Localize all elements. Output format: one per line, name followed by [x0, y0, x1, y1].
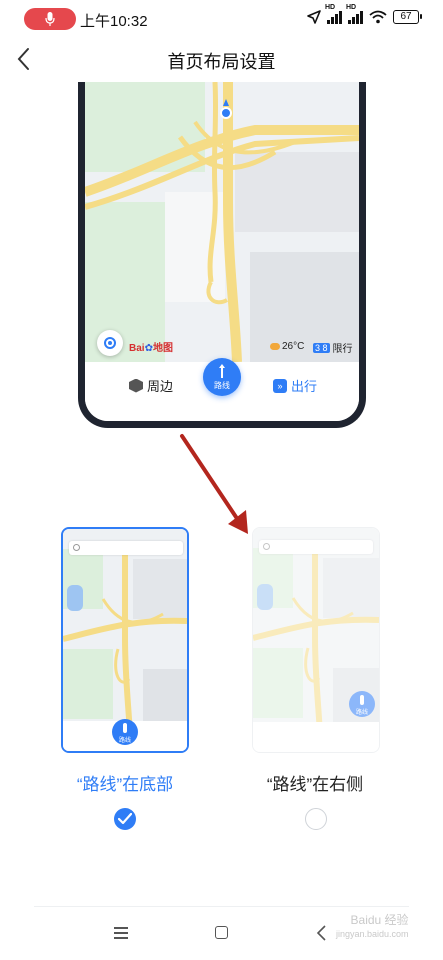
brand-name: Bai — [129, 343, 145, 354]
thumbnail-search-bar — [259, 540, 373, 554]
route-arrow-icon — [219, 364, 225, 378]
route-label: 路线 — [214, 381, 230, 390]
brand-logo: Bai✿地图 — [129, 343, 173, 354]
limit-label: 限行 — [332, 344, 353, 355]
wifi-icon — [369, 10, 387, 24]
route-arrow-icon — [123, 723, 127, 733]
search-icon — [263, 543, 270, 550]
checkmark-icon — [118, 813, 132, 825]
hd-tag: HD — [325, 4, 336, 11]
weather-icon — [270, 343, 280, 350]
thumbnail-route-label: 路线 — [355, 710, 368, 716]
watermark-line1: Baidu 经验 — [350, 913, 409, 927]
thumbnail-bottom-bar — [253, 722, 379, 752]
battery-indicator: 67 — [393, 10, 422, 24]
travel-icon: » — [273, 378, 287, 393]
nearby-label: 周边 — [147, 379, 174, 394]
route-arrow-icon — [360, 695, 364, 705]
microphone-icon — [45, 12, 55, 26]
status-bar: 上午10:32 HD HD 67 — [0, 0, 443, 38]
layout-option-bottom[interactable]: 路线 — [61, 527, 189, 753]
home-icon[interactable] — [215, 926, 228, 939]
nearby-button: 周边 — [129, 376, 173, 395]
layout-option-right[interactable]: 路线 — [252, 527, 380, 753]
menu-icon[interactable] — [114, 927, 128, 939]
layout-preview-phone: Bai✿地图 26°C 3 8 限行 周边 路线 » 出行 — [78, 82, 366, 428]
hd-tag: HD — [346, 4, 357, 11]
locate-button[interactable] — [97, 330, 123, 356]
travel-button: » 出行 — [273, 376, 317, 395]
thumbnail-route-label: 路线 — [118, 738, 131, 744]
locate-icon — [104, 337, 116, 349]
radio-bottom-selected[interactable] — [114, 808, 136, 830]
signal-strength-icon: HD — [346, 4, 363, 24]
status-icons: HD HD 67 — [307, 4, 422, 24]
mic-recording-pill[interactable] — [24, 8, 76, 30]
travel-label: 出行 — [291, 379, 318, 394]
route-button: 路线 — [203, 358, 241, 396]
page-header: 首页布局设置 — [0, 38, 443, 80]
signal-strength-icon: HD — [325, 4, 342, 24]
map-thumbnail — [253, 528, 379, 752]
watermark-line2: jingyan.baidu.com — [336, 929, 409, 939]
annotation-arrow-icon — [180, 434, 248, 534]
brand-tail: 地图 — [152, 343, 173, 354]
limit-number-badge: 3 8 — [313, 342, 330, 353]
map-thumbnail — [63, 529, 187, 751]
thumbnail-route-button: 路线 — [349, 691, 375, 717]
thumbnail-search-bar — [69, 541, 183, 555]
weather-temp: 26°C — [282, 341, 305, 352]
radio-right-unselected[interactable] — [305, 808, 327, 830]
weather-indicator: 26°C — [270, 341, 304, 352]
map-preview — [85, 82, 359, 362]
preview-bottom-bar: 周边 路线 » 出行 — [85, 358, 359, 421]
compass-icon — [129, 378, 143, 393]
nav-back-icon[interactable] — [316, 925, 328, 941]
option-label-right[interactable]: “路线”在右侧 — [240, 770, 390, 795]
option-label-bottom[interactable]: “路线”在底部 — [50, 770, 200, 795]
page-title: 首页布局设置 — [167, 52, 276, 72]
watermark: Baidu 经验 jingyan.baidu.com — [336, 913, 409, 941]
location-arrow-icon — [307, 10, 321, 24]
thumbnail-route-button: 路线 — [112, 719, 138, 745]
traffic-limit: 3 8 限行 — [313, 340, 353, 355]
status-time: 上午10:32 — [80, 13, 148, 30]
